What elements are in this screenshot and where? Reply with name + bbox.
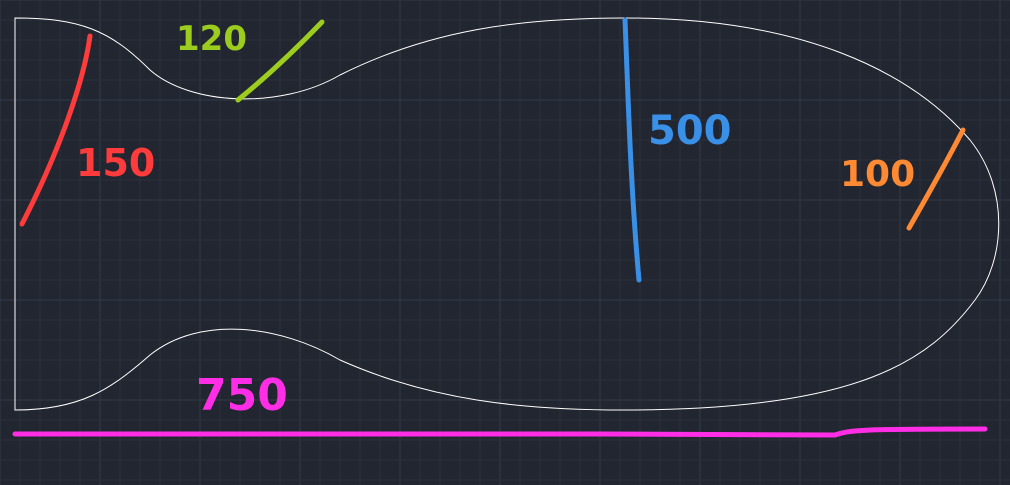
dimension-label-100: 100 — [840, 154, 915, 195]
cad-drawing-canvas[interactable]: 150 120 500 100 750 — [0, 0, 1010, 485]
dimension-stroke-500 — [622, 17, 642, 283]
dimension-label-750: 750 — [196, 370, 288, 421]
dimension-label-500: 500 — [648, 108, 732, 154]
dimension-label-120: 120 — [176, 19, 247, 59]
dimension-label-150: 150 — [76, 141, 155, 185]
shape-outline — [14, 17, 1000, 411]
grid — [0, 0, 1010, 485]
dimension-stroke-100 — [906, 127, 966, 231]
